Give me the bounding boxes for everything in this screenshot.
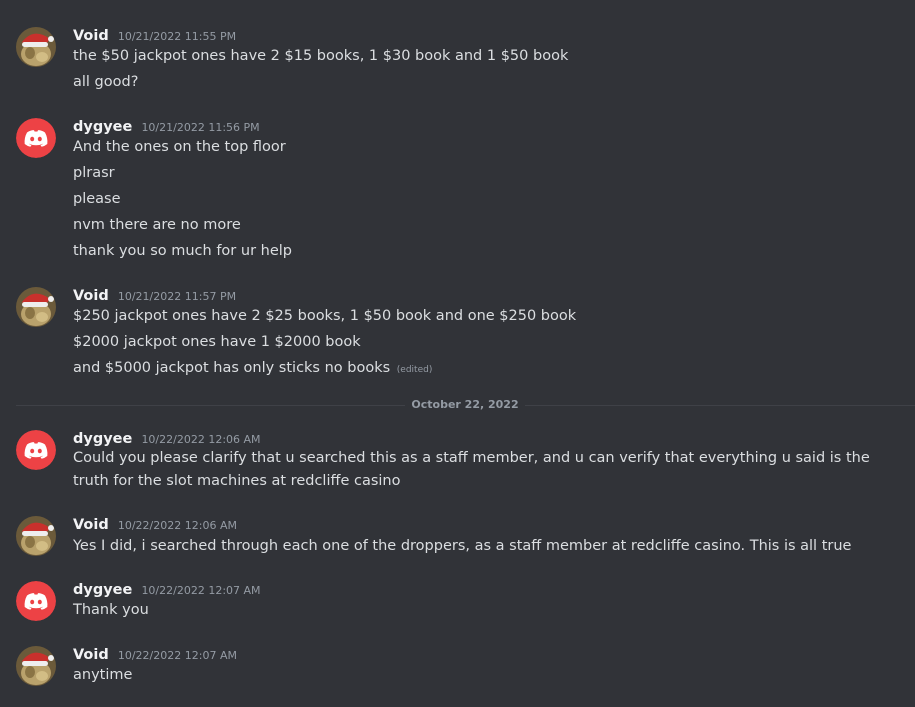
timestamp[interactable]: 10/21/2022 11:56 PM bbox=[141, 121, 259, 134]
message-header: Void 10/21/2022 11:57 PM bbox=[73, 285, 236, 305]
santa-hat-avatar-icon bbox=[16, 516, 56, 556]
message-header: Void 10/22/2022 12:06 AM bbox=[73, 514, 237, 534]
timestamp[interactable]: 10/22/2022 12:06 AM bbox=[118, 519, 237, 532]
username[interactable]: Void bbox=[73, 647, 109, 663]
message-text: anytime bbox=[73, 667, 133, 683]
discord-logo-icon bbox=[16, 430, 56, 470]
message-text-edited: and $5000 jackpot has only sticks no boo… bbox=[73, 358, 432, 380]
date-divider: October 22, 2022 bbox=[0, 397, 915, 413]
santa-hat-avatar-icon bbox=[16, 27, 56, 67]
message-header: dygyee 10/22/2022 12:07 AM bbox=[73, 579, 261, 599]
timestamp[interactable]: 10/22/2022 12:07 AM bbox=[141, 584, 260, 597]
message-text: and $5000 jackpot has only sticks no boo… bbox=[73, 360, 391, 376]
edited-label[interactable]: (edited) bbox=[397, 365, 433, 375]
message-text: please bbox=[73, 191, 121, 207]
user-avatar[interactable] bbox=[16, 27, 56, 67]
discord-logo-icon bbox=[16, 118, 56, 158]
message-text: thank you so much for ur help bbox=[73, 243, 292, 259]
message-text: Yes I did, i searched through each one o… bbox=[73, 538, 852, 554]
user-avatar[interactable] bbox=[16, 516, 56, 556]
message-text: plrasr bbox=[73, 165, 115, 181]
date-divider-label: October 22, 2022 bbox=[405, 398, 525, 411]
message-header: Void 10/22/2022 12:07 AM bbox=[73, 644, 237, 664]
chat-message-list: Void 10/21/2022 11:55 PM the $50 jackpot… bbox=[0, 0, 915, 707]
discord-logo-icon bbox=[16, 581, 56, 621]
user-avatar[interactable] bbox=[16, 646, 56, 686]
message-text: the $50 jackpot ones have 2 $15 books, 1… bbox=[73, 48, 569, 64]
santa-hat-avatar-icon bbox=[16, 646, 56, 686]
message-text: Could you please clarify that u searched… bbox=[73, 450, 870, 489]
user-avatar[interactable] bbox=[16, 581, 56, 621]
message-text: nvm there are no more bbox=[73, 217, 241, 233]
message-text: $2000 jackpot ones have 1 $2000 book bbox=[73, 334, 361, 350]
username[interactable]: Void bbox=[73, 28, 109, 44]
timestamp[interactable]: 10/22/2022 12:06 AM bbox=[141, 433, 260, 446]
username[interactable]: dygyee bbox=[73, 431, 132, 447]
message-header: Void 10/21/2022 11:55 PM bbox=[73, 25, 236, 45]
user-avatar[interactable] bbox=[16, 430, 56, 470]
username[interactable]: Void bbox=[73, 288, 109, 304]
username[interactable]: dygyee bbox=[73, 119, 132, 135]
timestamp[interactable]: 10/21/2022 11:55 PM bbox=[118, 30, 236, 43]
timestamp[interactable]: 10/22/2022 12:07 AM bbox=[118, 649, 237, 662]
message-text: And the ones on the top floor bbox=[73, 139, 286, 155]
message-text: $250 jackpot ones have 2 $25 books, 1 $5… bbox=[73, 308, 577, 324]
user-avatar[interactable] bbox=[16, 287, 56, 327]
timestamp[interactable]: 10/21/2022 11:57 PM bbox=[118, 290, 236, 303]
user-avatar[interactable] bbox=[16, 118, 56, 158]
message-text: Thank you bbox=[73, 602, 149, 618]
message-text: all good? bbox=[73, 74, 139, 90]
username[interactable]: dygyee bbox=[73, 582, 132, 598]
message-header: dygyee 10/21/2022 11:56 PM bbox=[73, 116, 260, 136]
message-header: dygyee 10/22/2022 12:06 AM bbox=[73, 428, 261, 448]
santa-hat-avatar-icon bbox=[16, 287, 56, 327]
username[interactable]: Void bbox=[73, 517, 109, 533]
